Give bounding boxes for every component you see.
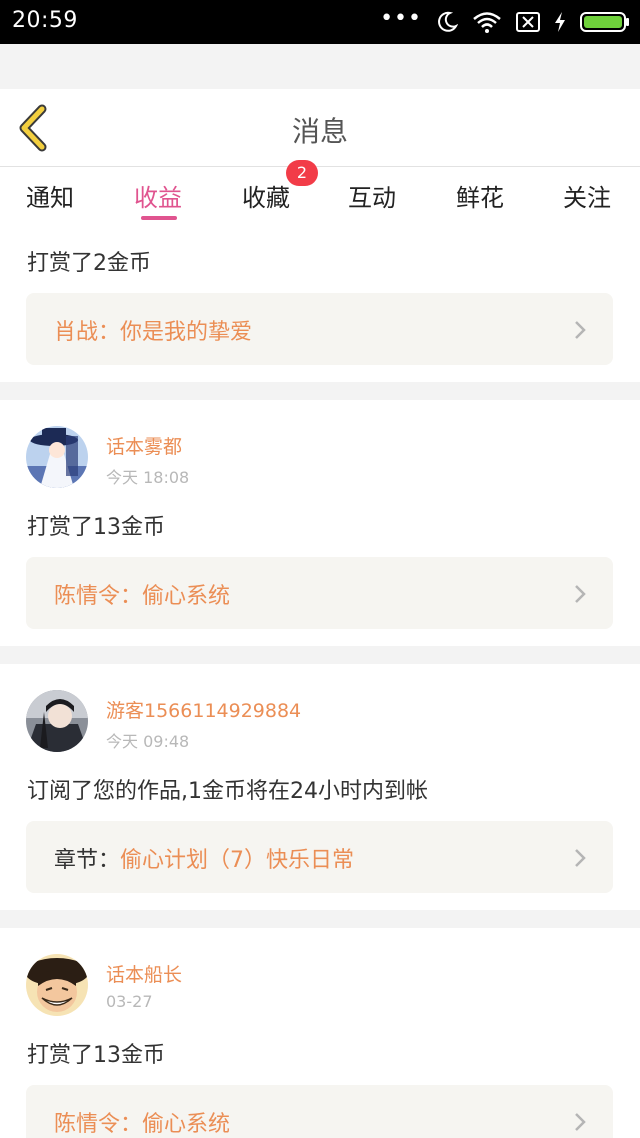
tab-following[interactable]: 关注 [563,178,611,213]
chevron-right-icon [575,585,586,603]
avatar[interactable] [26,690,88,752]
referenced-work[interactable]: 陈情令：偷心系统 [26,1085,613,1138]
moon-icon [438,11,458,32]
message-card: 游客1566114929884 今天 09:48 订阅了您的作品,1金币将在24… [0,664,640,910]
referenced-work-title: 陈情令：偷心系统 [54,584,231,609]
tab-favorites[interactable]: 收藏 [242,178,290,213]
referenced-work[interactable]: 陈情令：偷心系统 [26,557,613,629]
chevron-right-icon [575,321,586,339]
wifi-icon [473,12,501,33]
no-sim-icon [516,12,540,32]
avatar[interactable] [26,954,88,1016]
tab-bar: 通知 收益 收藏 互动 鲜花 关注 [0,167,640,224]
referenced-work[interactable]: 章节：偷心计划（7）快乐日常 [26,821,613,893]
active-tab-indicator [141,216,177,220]
status-icons: ••• [380,6,630,35]
tab-flowers[interactable]: 鲜花 [456,178,504,213]
tab-earnings[interactable]: 收益 [134,178,182,213]
referenced-work[interactable]: 肖战：你是我的挚爱 [26,293,613,365]
charging-bolt-icon [555,12,565,32]
status-time: 20:59 [12,8,78,33]
message-time: 今天 09:48 [106,732,190,751]
message-card: 打赏了2金币 肖战：你是我的挚爱 [0,224,640,382]
top-gap [0,44,640,89]
avatar-image [26,690,88,752]
favorites-count-badge: 2 [286,160,318,186]
avatar-image [26,426,88,488]
message-time: 03-27 [106,992,153,1011]
page-title: 消息 [291,115,348,148]
username[interactable]: 游客1566114929884 [106,696,301,723]
more-dots-icon: ••• [380,6,422,31]
username[interactable]: 话本雾都 [106,432,182,459]
referenced-work-title: 肖战：你是我的挚爱 [54,320,253,345]
referenced-work-title: 偷心计划（7）快乐日常 [120,848,355,873]
avatar-image [26,954,88,1016]
chevron-right-icon [575,849,586,867]
message-card: 话本船长 03-27 打赏了13金币 陈情令：偷心系统 [0,928,640,1138]
tab-interactions[interactable]: 互动 [348,178,396,213]
message-time: 今天 18:08 [106,468,190,487]
message-card: 话本雾都 今天 18:08 打赏了13金币 陈情令：偷心系统 [0,400,640,646]
message-action-text: 打赏了2金币 [27,251,151,276]
message-action-text: 打赏了13金币 [27,1043,165,1068]
tab-notifications[interactable]: 通知 [26,178,74,213]
message-action-text: 打赏了13金币 [27,515,165,540]
chevron-right-icon [575,1113,586,1131]
referenced-work-label: 章节：偷心计划（7）快乐日常 [54,842,354,874]
status-bar: 20:59 ••• [0,0,640,44]
app-header: 消息 [0,89,640,167]
avatar[interactable] [26,426,88,488]
battery-icon [580,12,629,32]
referenced-work-title: 陈情令：偷心系统 [54,1112,231,1137]
message-action-text: 订阅了您的作品,1金币将在24小时内到帐 [27,779,428,804]
username[interactable]: 话本船长 [106,960,182,987]
referenced-work-prefix: 章节： [54,848,121,873]
